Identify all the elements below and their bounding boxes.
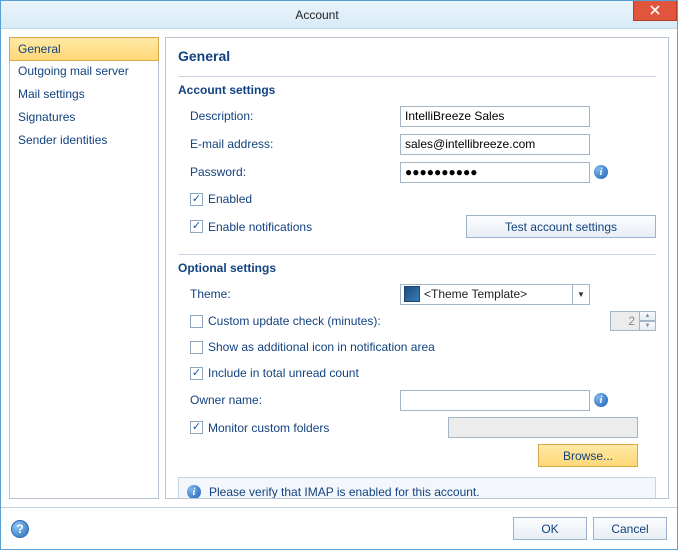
custom-update-label: Custom update check (minutes): <box>208 314 381 328</box>
password-label: Password: <box>190 165 400 179</box>
spinner-down-button[interactable]: ▼ <box>640 321 656 331</box>
theme-value: <Theme Template> <box>423 287 572 301</box>
info-icon: i <box>187 485 201 499</box>
email-input[interactable] <box>400 134 590 155</box>
theme-select[interactable]: <Theme Template> ▼ <box>400 284 590 305</box>
sidebar-item-sender-identities[interactable]: Sender identities <box>10 129 158 152</box>
enabled-checkbox[interactable] <box>190 193 203 206</box>
info-icon[interactable]: i <box>594 165 608 179</box>
owner-label: Owner name: <box>190 393 400 407</box>
description-row: Description: <box>178 105 656 127</box>
theme-label: Theme: <box>190 287 400 301</box>
optional-settings-section: Optional settings Theme: <Theme Template… <box>178 254 656 467</box>
description-label: Description: <box>190 109 400 123</box>
general-panel: General Account settings Description: E-… <box>165 37 669 499</box>
help-button[interactable]: ? <box>11 520 29 538</box>
notifications-row: Enable notifications Test account settin… <box>178 215 656 238</box>
custom-update-spinner: ▲ ▼ <box>610 311 656 331</box>
account-settings-section: Account settings Description: E-mail add… <box>178 76 656 244</box>
enabled-label: Enabled <box>208 192 252 206</box>
owner-row: Owner name: i <box>178 389 656 411</box>
password-row: Password: i <box>178 161 656 183</box>
imap-info-banner: i Please verify that IMAP is enabled for… <box>178 477 656 499</box>
unread-count-row: Include in total unread count <box>178 363 656 383</box>
enabled-row: Enabled <box>178 189 656 209</box>
spinner-up-button[interactable]: ▲ <box>640 311 656 321</box>
chevron-down-icon: ▼ <box>572 285 589 304</box>
main-area: General Outgoing mail server Mail settin… <box>1 29 677 507</box>
monitor-folders-label: Monitor custom folders <box>208 421 329 435</box>
custom-update-checkbox[interactable] <box>190 315 203 328</box>
sidebar-item-label: Mail settings <box>18 87 85 101</box>
bottom-bar: ? OK Cancel <box>1 507 677 549</box>
monitor-folders-path <box>448 417 638 438</box>
info-icon[interactable]: i <box>594 393 608 407</box>
notifications-label: Enable notifications <box>208 220 312 234</box>
description-input[interactable] <box>400 106 590 127</box>
banner-text: Please verify that IMAP is enabled for t… <box>209 485 480 499</box>
notifications-checkbox[interactable] <box>190 220 203 233</box>
email-row: E-mail address: <box>178 133 656 155</box>
sidebar: General Outgoing mail server Mail settin… <box>9 37 159 499</box>
section-title: Optional settings <box>178 261 656 275</box>
unread-count-checkbox[interactable] <box>190 367 203 380</box>
unread-count-label: Include in total unread count <box>208 366 359 380</box>
close-button[interactable] <box>633 1 677 21</box>
browse-button[interactable]: Browse... <box>538 444 638 467</box>
email-label: E-mail address: <box>190 137 400 151</box>
theme-row: Theme: <Theme Template> ▼ <box>178 283 656 305</box>
monitor-folders-checkbox[interactable] <box>190 421 203 434</box>
sidebar-item-general[interactable]: General <box>9 37 159 61</box>
cancel-button[interactable]: Cancel <box>593 517 667 540</box>
sidebar-item-mail-settings[interactable]: Mail settings <box>10 83 158 106</box>
custom-update-row: Custom update check (minutes): ▲ ▼ <box>178 311 656 331</box>
owner-input[interactable] <box>400 390 590 411</box>
sidebar-item-label: Outgoing mail server <box>18 64 129 78</box>
sidebar-item-label: Sender identities <box>18 133 107 147</box>
account-window: Account General Outgoing mail server Mai… <box>0 0 678 550</box>
panel-heading: General <box>178 48 656 64</box>
additional-icon-row: Show as additional icon in notification … <box>178 337 656 357</box>
theme-swatch-icon <box>404 286 420 302</box>
sidebar-item-outgoing[interactable]: Outgoing mail server <box>10 60 158 83</box>
titlebar: Account <box>1 1 677 29</box>
close-icon <box>650 5 660 15</box>
banner-text-wrap: Please verify that IMAP is enabled for t… <box>209 484 480 499</box>
additional-icon-label: Show as additional icon in notification … <box>208 340 435 354</box>
sidebar-item-label: Signatures <box>18 110 75 124</box>
sidebar-item-signatures[interactable]: Signatures <box>10 106 158 129</box>
password-input[interactable] <box>400 162 590 183</box>
ok-button[interactable]: OK <box>513 517 587 540</box>
sidebar-item-label: General <box>18 42 61 56</box>
window-title: Account <box>1 8 633 22</box>
additional-icon-checkbox[interactable] <box>190 341 203 354</box>
test-account-button[interactable]: Test account settings <box>466 215 656 238</box>
monitor-folders-row: Monitor custom folders <box>178 417 656 438</box>
custom-update-value <box>610 311 640 331</box>
section-title: Account settings <box>178 83 656 97</box>
